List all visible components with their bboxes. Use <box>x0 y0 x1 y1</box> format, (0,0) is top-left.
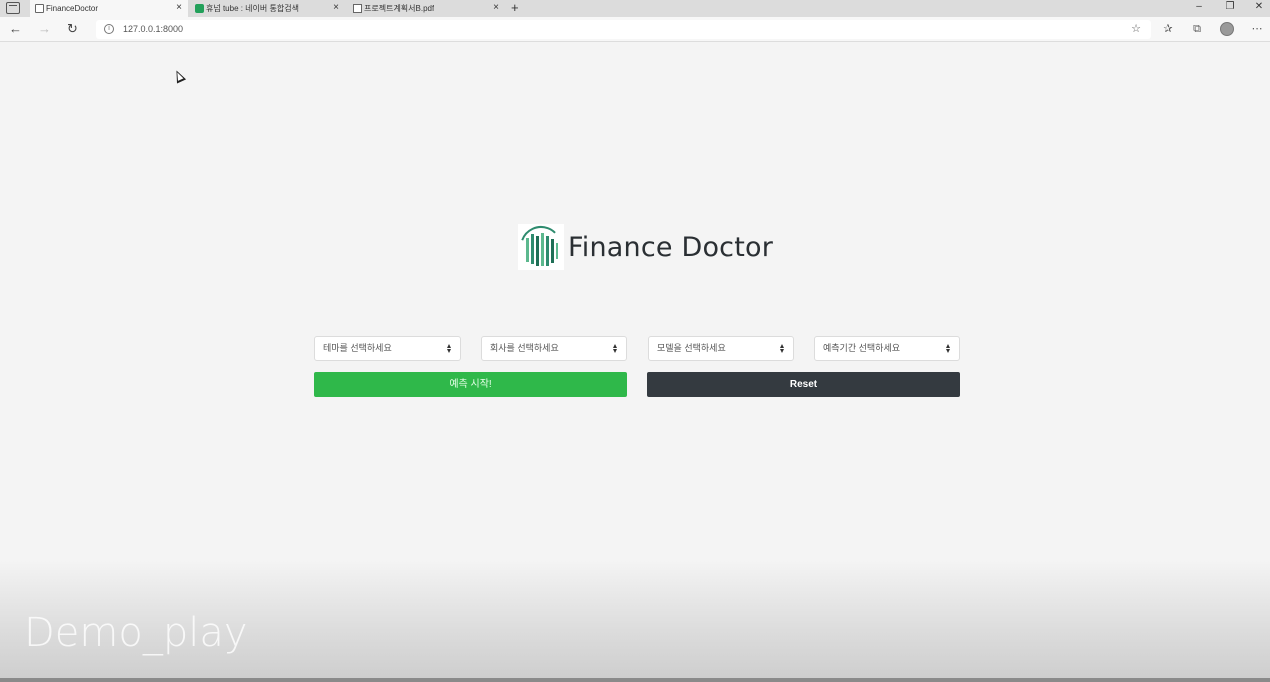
site-info-icon[interactable]: i <box>104 24 114 34</box>
new-tab-button[interactable]: + <box>511 0 519 15</box>
close-icon[interactable]: × <box>176 3 182 13</box>
tab-title: 휴넘 tube : 네이버 통합검색 <box>206 4 299 13</box>
select-arrows-icon <box>447 344 452 354</box>
pdf-icon <box>353 4 362 13</box>
company-select-value: 회사를 선택하세요 <box>490 343 559 353</box>
window-close-icon[interactable]: ✕ <box>1252 0 1266 14</box>
add-favorite-icon[interactable]: ☆ <box>1130 23 1142 35</box>
brand-logo: Finance Doctor <box>518 224 773 270</box>
naver-icon <box>195 4 204 13</box>
mouse-cursor-icon <box>171 68 187 84</box>
tab-naver-search[interactable]: 휴넘 tube : 네이버 통합검색 × <box>190 0 345 17</box>
page-title: Finance Doctor <box>568 231 774 263</box>
browser-toolbar: ← → ↻ i 127.0.0.1:8000 ☆ ✰ ⧉ ⋯ <box>0 17 1270 42</box>
restore-icon[interactable]: ❐ <box>1223 0 1237 14</box>
model-select[interactable]: 모델을 선택하세요 <box>648 336 794 361</box>
select-arrows-icon <box>780 344 785 354</box>
tab-actions-icon[interactable] <box>6 2 20 14</box>
reload-icon[interactable]: ↻ <box>67 21 78 37</box>
forward-arrow-icon[interactable]: → <box>38 21 51 37</box>
profile-avatar[interactable] <box>1220 22 1234 36</box>
company-select[interactable]: 회사를 선택하세요 <box>481 336 627 361</box>
tab-financedoctor[interactable]: FinanceDoctor × <box>30 0 188 17</box>
close-icon[interactable]: × <box>493 3 499 13</box>
reset-button[interactable]: Reset <box>647 372 960 397</box>
address-bar[interactable]: i 127.0.0.1:8000 <box>96 20 1151 39</box>
finance-doctor-logo-icon <box>518 224 564 270</box>
tab-title: FinanceDoctor <box>46 4 99 13</box>
select-arrows-icon <box>946 344 951 354</box>
collections-icon[interactable]: ⧉ <box>1191 23 1203 35</box>
document-icon <box>35 4 44 13</box>
favorites-icon[interactable]: ✰ <box>1162 23 1174 35</box>
watermark-text: Demo_play <box>24 610 248 656</box>
period-select-value: 예측기간 선택하세요 <box>823 343 901 353</box>
tab-pdf[interactable]: 프로젝트계획서B.pdf × <box>348 0 505 17</box>
close-icon[interactable]: × <box>333 3 339 13</box>
tab-title: 프로젝트계획서B.pdf <box>364 4 435 13</box>
video-progress-bar <box>0 678 1270 682</box>
select-arrows-icon <box>613 344 618 354</box>
theme-select-value: 테마를 선택하세요 <box>323 343 392 353</box>
period-select[interactable]: 예측기간 선택하세요 <box>814 336 960 361</box>
theme-select[interactable]: 테마를 선택하세요 <box>314 336 461 361</box>
tab-strip: FinanceDoctor × 휴넘 tube : 네이버 통합검색 × 프로젝… <box>0 0 1270 17</box>
back-arrow-icon[interactable]: ← <box>9 21 22 37</box>
more-menu-icon[interactable]: ⋯ <box>1251 23 1263 35</box>
model-select-value: 모델을 선택하세요 <box>657 343 726 353</box>
start-prediction-button[interactable]: 예측 시작! <box>314 372 627 397</box>
url-text: 127.0.0.1:8000 <box>123 24 184 34</box>
minimize-icon[interactable]: – <box>1192 0 1206 14</box>
